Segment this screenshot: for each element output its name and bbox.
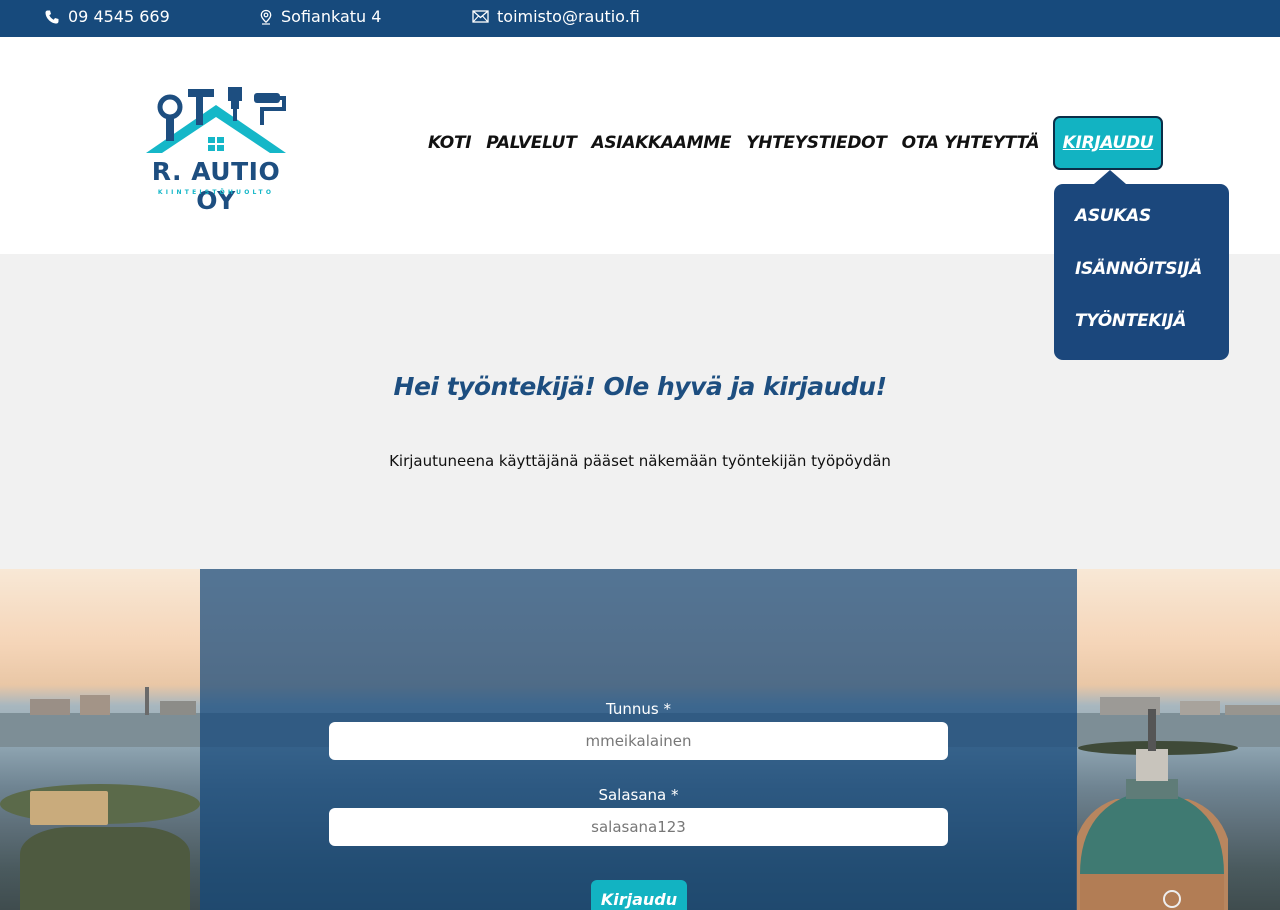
nav-item-yhteystiedot[interactable]: YHTEYSTIEDOT xyxy=(746,133,887,153)
login-submit-button[interactable]: Kirjaudu xyxy=(591,880,687,910)
login-section: Tunnus * mmeikalainen Salasana * salasan… xyxy=(0,569,1280,910)
church-tower-image xyxy=(1076,689,1280,910)
nav-item-kirjaudu-label[interactable]: KIRJAUDU xyxy=(1063,133,1154,153)
building-shape xyxy=(30,791,108,825)
envelope-icon xyxy=(472,10,489,23)
nav-item-asiakkaamme[interactable]: ASIAKKAAMME xyxy=(592,133,732,153)
phone-number[interactable]: 09 4545 669 xyxy=(68,7,170,26)
nav-item-koti[interactable]: KOTI xyxy=(428,133,472,153)
dropdown-item-asukas[interactable]: ASUKAS xyxy=(1075,206,1151,226)
username-input[interactable]: mmeikalainen xyxy=(329,722,948,760)
nav-item-palvelut[interactable]: PALVELUT xyxy=(486,133,577,153)
company-logo[interactable]: R. AUTIO OY KIINTEISTÖHUOLTO xyxy=(132,85,300,215)
phone-icon xyxy=(45,10,59,23)
nav-item-kirjaudu[interactable]: KIRJAUDU xyxy=(1053,116,1163,170)
email-info[interactable]: toimisto@rautio.fi xyxy=(472,0,640,33)
nav-item-ota-yhteytta[interactable]: OTA YHTEYTTÄ xyxy=(902,133,1040,153)
password-label: Salasana * xyxy=(598,786,679,804)
address-text: Sofiankatu 4 xyxy=(281,7,382,26)
login-dropdown-menu: ASUKAS ISÄNNÖITSIJÄ TYÖNTEKIJÄ xyxy=(1054,170,1229,360)
company-name: R. AUTIO OY xyxy=(151,157,281,215)
logo-house-tools-icon xyxy=(146,87,286,153)
address-info: Sofiankatu 4 xyxy=(259,0,381,33)
company-tagline: KIINTEISTÖHUOLTO xyxy=(157,189,275,196)
username-label: Tunnus * xyxy=(606,700,671,718)
intro-description: Kirjautuneena käyttäjänä pääset näkemään… xyxy=(389,452,891,470)
top-info-bar: 09 4545 669 Sofiankatu 4 toimisto@rautio… xyxy=(0,0,1280,37)
login-form-panel: Tunnus * mmeikalainen Salasana * salasan… xyxy=(200,569,1077,910)
tower-dome-icon xyxy=(1076,709,1228,910)
page-title: Hei työntekijä! Ole hyvä ja kirjaudu! xyxy=(393,372,887,401)
password-input[interactable]: salasana123 xyxy=(329,808,948,846)
dropdown-item-tyontekija[interactable]: TYÖNTEKIJÄ xyxy=(1075,311,1186,331)
island-shape xyxy=(20,827,190,910)
dropdown-item-isannoitsija[interactable]: ISÄNNÖITSIJÄ xyxy=(1075,259,1202,279)
main-nav: KOTI PALVELUT ASIAKKAAMME YHTEYSTIEDOT O… xyxy=(428,117,1054,169)
phone-info[interactable]: 09 4545 669 xyxy=(44,0,170,33)
location-pin-icon xyxy=(260,9,272,25)
email-address[interactable]: toimisto@rautio.fi xyxy=(497,7,640,26)
